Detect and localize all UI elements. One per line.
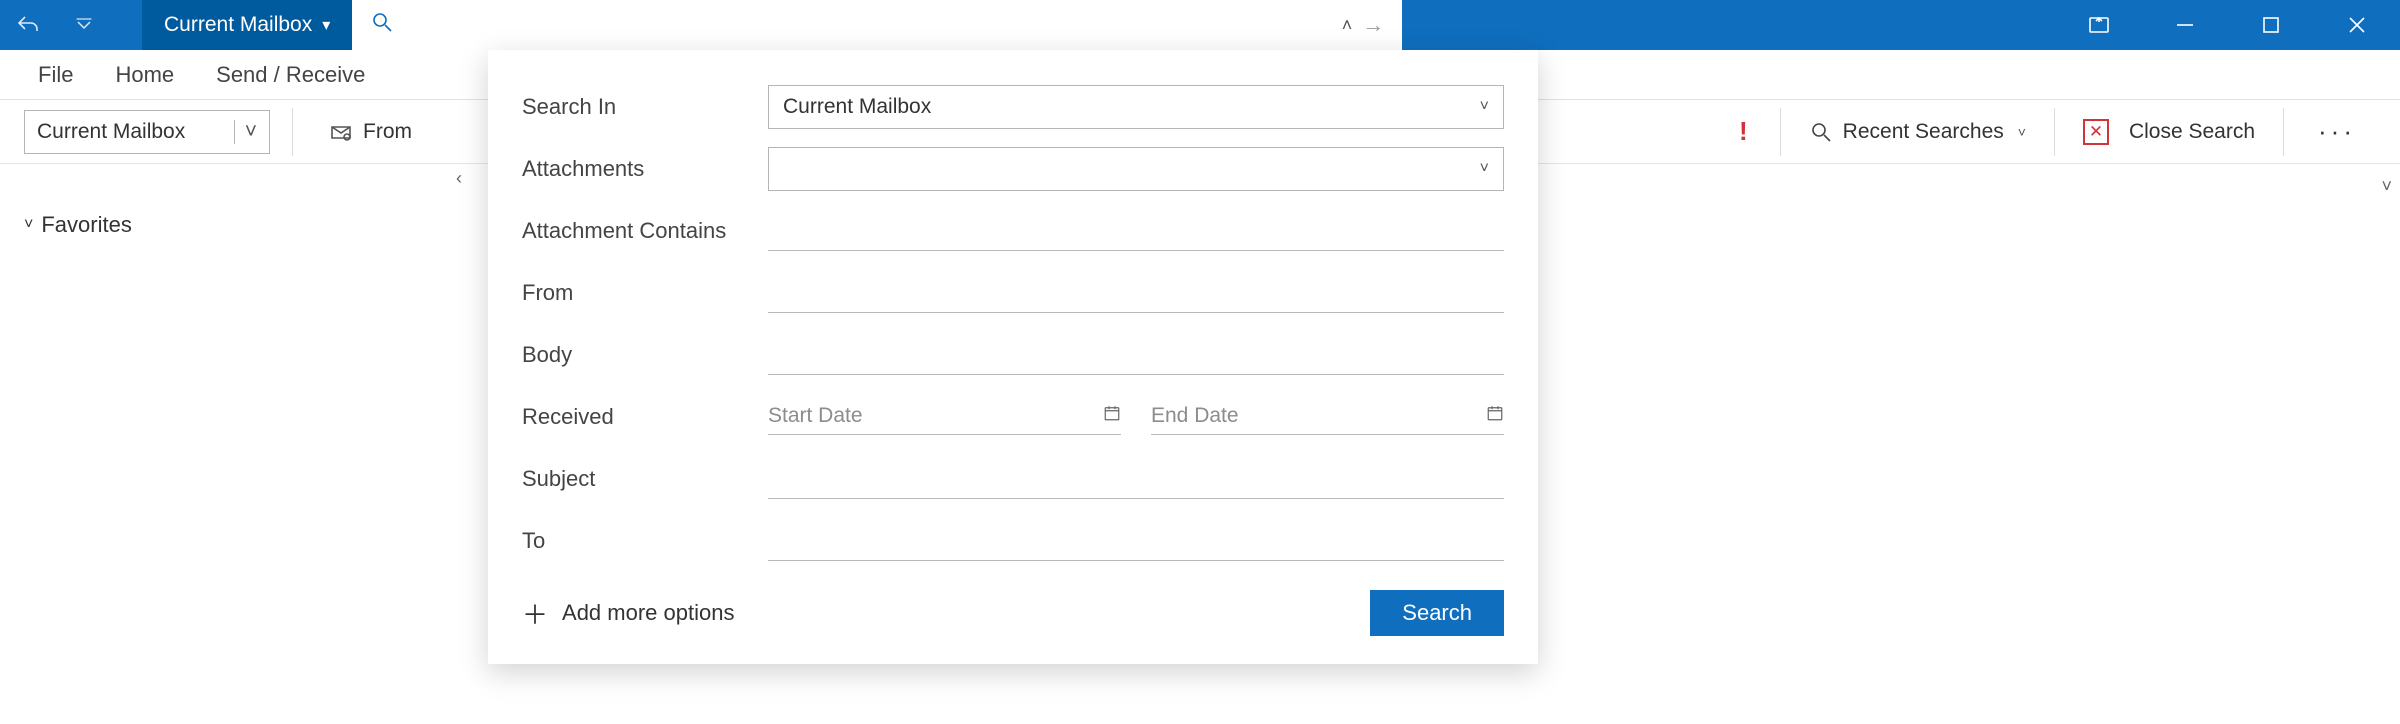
attachment-contains-input[interactable] (768, 212, 1504, 251)
body-label: Body (522, 342, 768, 368)
envelope-person-icon (329, 120, 353, 144)
minimize-button[interactable] (2142, 0, 2228, 50)
important-flag-icon[interactable]: ! (1739, 116, 1748, 147)
minimize-icon (2173, 13, 2197, 37)
undo-button[interactable] (0, 0, 56, 50)
chevron-down-icon: ▾ (322, 15, 330, 35)
search-scope-chip[interactable]: Current Mailbox ▾ (142, 0, 352, 50)
undo-icon (16, 13, 40, 37)
attachments-label: Attachments (522, 156, 768, 182)
separator (292, 108, 293, 156)
folder-pane: ‹ ˅ Favorites (0, 164, 488, 724)
search-input[interactable] (406, 14, 1341, 37)
favorites-label: Favorites (41, 212, 131, 238)
chevron-down-icon: ˅ (1480, 98, 1489, 116)
favorites-header[interactable]: ˅ Favorites (24, 212, 464, 238)
plus-icon: ＋ (522, 595, 548, 632)
attachment-contains-label: Attachment Contains (522, 218, 768, 244)
tab-send-receive[interactable]: Send / Receive (216, 62, 365, 88)
subject-label: Subject (522, 466, 768, 492)
attachments-dropdown[interactable]: ˅ (768, 147, 1504, 191)
search-scope-chip-label: Current Mailbox (164, 13, 312, 37)
to-input[interactable] (768, 522, 1504, 561)
chevron-down-icon (75, 16, 93, 34)
tab-file[interactable]: File (38, 62, 73, 88)
title-bar-left: Current Mailbox ▾ ˄ → (0, 0, 1402, 50)
title-bar: Current Mailbox ▾ ˄ → (0, 0, 2400, 50)
chevron-down-icon: ˅ (2018, 124, 2026, 140)
chevron-down-icon: ˅ (234, 120, 257, 144)
recent-searches-button[interactable]: Recent Searches ˅ (1795, 109, 2040, 155)
close-x-icon: ✕ (2083, 119, 2109, 145)
received-label: Received (522, 404, 768, 430)
collapse-advanced-icon[interactable]: ˄ (1342, 15, 1353, 36)
from-input[interactable] (768, 274, 1504, 313)
start-date-input[interactable] (768, 404, 1103, 428)
subject-input[interactable] (768, 460, 1504, 499)
chevron-down-icon: ˅ (24, 216, 33, 234)
tab-home[interactable]: Home (115, 62, 174, 88)
search-scope-dropdown[interactable]: Current Mailbox ˅ (24, 110, 270, 154)
maximize-icon (2259, 13, 2283, 37)
close-icon (2345, 13, 2369, 37)
from-filter-label: From (363, 120, 412, 144)
search-icon (370, 10, 394, 40)
to-label: To (522, 528, 768, 554)
advanced-search-panel: Search In Current Mailbox ˅ Attachments … (488, 50, 1538, 664)
from-filter-button[interactable]: From (315, 109, 426, 155)
separator (2054, 108, 2055, 156)
end-date-input[interactable] (1151, 404, 1486, 428)
search-box[interactable]: ˄ → (352, 0, 1402, 50)
recent-searches-label: Recent Searches (1843, 120, 2004, 144)
ribbon-display-icon (2087, 13, 2111, 37)
maximize-button[interactable] (2228, 0, 2314, 50)
end-date-field[interactable] (1151, 400, 1504, 435)
submit-search-icon[interactable]: → (1362, 12, 1384, 38)
search-scope-value: Current Mailbox (37, 120, 185, 144)
close-search-label: Close Search (2129, 120, 2255, 144)
body-input[interactable] (768, 336, 1504, 375)
close-search-button[interactable]: ✕ Close Search (2069, 109, 2269, 155)
close-button[interactable] (2314, 0, 2400, 50)
search-in-dropdown[interactable]: Current Mailbox ˅ (768, 85, 1504, 129)
ribbon-display-options-button[interactable] (2056, 0, 2142, 50)
ribbon-right-group: ! Recent Searches ˅ ✕ Close Search ··· (1721, 100, 2376, 163)
search-button[interactable]: Search (1370, 590, 1504, 636)
more-commands-button[interactable]: ··· (2298, 116, 2376, 147)
start-date-field[interactable] (768, 400, 1121, 435)
separator (1780, 108, 1781, 156)
collapse-folder-pane-icon[interactable]: ‹ (456, 168, 462, 189)
chevron-down-icon: ˅ (1480, 160, 1489, 178)
ellipsis-icon: ··· (2318, 116, 2356, 146)
calendar-icon[interactable] (1103, 404, 1121, 428)
from-label: From (522, 280, 768, 306)
add-more-options-label: Add more options (562, 600, 734, 626)
calendar-icon[interactable] (1486, 404, 1504, 428)
separator (2283, 108, 2284, 156)
search-in-label: Search In (522, 94, 768, 120)
search-history-icon (1809, 120, 1833, 144)
quick-access-button[interactable] (56, 0, 112, 50)
add-more-options-button[interactable]: ＋ Add more options (522, 595, 734, 632)
window-controls (2056, 0, 2400, 50)
search-in-value: Current Mailbox (783, 95, 931, 119)
